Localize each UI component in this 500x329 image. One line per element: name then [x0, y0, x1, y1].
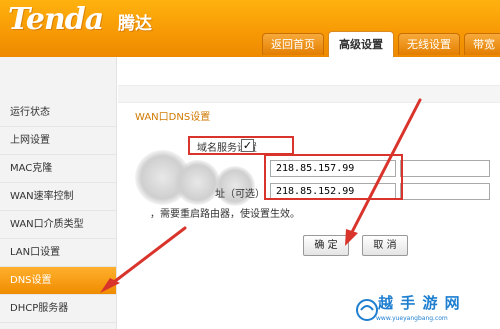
annotation-arrows — [100, 98, 422, 293]
watermark-url: www.yueyangbang.com — [376, 315, 448, 322]
watermark-title: 越 手 游 网 — [378, 294, 461, 312]
arrow-to-dns-menu — [108, 226, 187, 287]
arrow-to-ok-button — [348, 98, 422, 238]
arrowhead-ok-button — [345, 229, 358, 246]
